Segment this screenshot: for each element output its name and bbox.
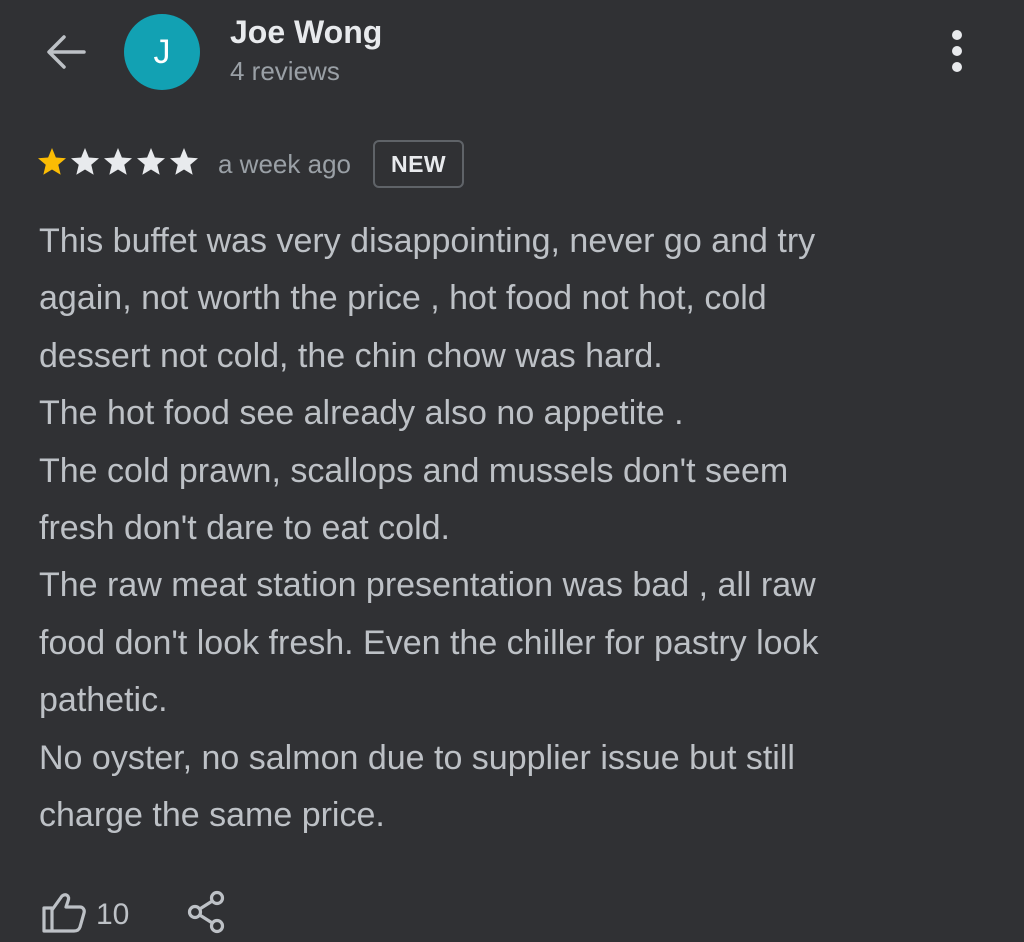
like-count: 10	[96, 897, 130, 931]
new-badge: NEW	[372, 140, 465, 188]
review-text-line: food don't look fresh. Even the chiller …	[39, 623, 819, 662]
review-text-line: dessert not cold, the chin chow was hard…	[39, 336, 663, 375]
star-empty-icon	[168, 146, 200, 183]
reviewer-name[interactable]: Joe Wong	[230, 14, 382, 51]
review-text: This buffet was very disappointing, neve…	[39, 213, 979, 844]
share-button[interactable]	[185, 890, 227, 939]
review-text-line: again, not worth the price , hot food no…	[39, 279, 767, 318]
star-empty-icon	[69, 146, 101, 183]
review-text-line: charge the same price.	[39, 796, 385, 835]
review-text-line: The raw meat station presentation was ba…	[39, 566, 816, 605]
review-text-line: This buffet was very disappointing, neve…	[39, 222, 816, 260]
star-filled-icon	[36, 146, 68, 183]
more-options-button[interactable]	[934, 28, 980, 78]
review-text-line: The cold prawn, scallops and mussels don…	[39, 451, 789, 490]
review-text-line: pathetic.	[39, 681, 168, 720]
like-button[interactable]: 10	[40, 890, 129, 939]
share-icon	[185, 890, 227, 939]
star-empty-icon	[102, 146, 134, 183]
avatar[interactable]: J	[124, 14, 200, 90]
arrow-left-icon	[44, 30, 88, 79]
review-count: 4 reviews	[230, 56, 340, 86]
rating-row: a week ago NEW	[36, 138, 465, 190]
review-text-line: No oyster, no salmon due to supplier iss…	[39, 738, 795, 777]
thumbs-up-icon	[40, 890, 88, 939]
review-actions: 10	[40, 890, 227, 939]
avatar-letter: J	[153, 32, 171, 71]
star-empty-icon	[135, 146, 167, 183]
star-rating	[36, 146, 200, 183]
back-button[interactable]	[40, 28, 92, 80]
review-text-line: The hot food see already also no appetit…	[39, 394, 684, 433]
review-time: a week ago	[218, 148, 351, 179]
more-vertical-icon	[949, 29, 965, 78]
review-text-line: fresh don't dare to eat cold.	[39, 509, 450, 548]
